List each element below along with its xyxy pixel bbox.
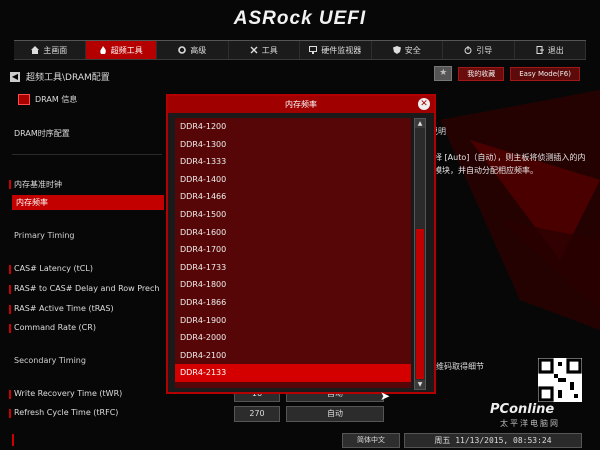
- dialog-title: 内存频率: [168, 96, 434, 113]
- frequency-option[interactable]: DDR4-1700: [175, 241, 411, 259]
- refresh-cycle-item[interactable]: Refresh Cycle Time (tRFC): [8, 408, 118, 418]
- scroll-up-icon[interactable]: ▲: [415, 119, 425, 128]
- bottom-marker: [12, 434, 14, 446]
- language-button[interactable]: 简体中文: [342, 433, 400, 448]
- qr-code-icon: [538, 358, 582, 402]
- dram-info-label: DRAM 信息: [35, 95, 78, 104]
- scrollbar[interactable]: ▲ ▼: [414, 118, 426, 390]
- cas-latency-item[interactable]: CAS# Latency (tCL): [9, 264, 93, 274]
- frequency-option[interactable]: DDR4-1200: [175, 118, 411, 136]
- refresh-cycle-fields: 270 自动: [234, 406, 384, 422]
- watermark-tagline: 太平洋电脑网: [500, 419, 560, 428]
- power-icon: [464, 46, 472, 54]
- star-icon[interactable]: ★: [434, 66, 453, 81]
- monitor-icon: [309, 46, 318, 54]
- breadcrumb-text: 超频工具\DRAM配置: [26, 73, 110, 83]
- tab-label: 硬件监视器: [321, 45, 362, 55]
- shield-icon: [392, 46, 401, 54]
- tools-icon: [250, 46, 258, 54]
- tab-exit[interactable]: 退出: [515, 41, 586, 59]
- frequency-option[interactable]: DDR4-1333: [175, 153, 411, 171]
- secondary-timing-header: Secondary Timing: [14, 356, 86, 365]
- frequency-option[interactable]: DDR4-2000: [175, 329, 411, 347]
- top-buttons: ★ 我的收藏 Easy Mode(F6): [434, 66, 580, 81]
- dram-frequency-dialog: 内存频率 ✕ DDR4-1200 DDR4-1300 DDR4-1333 DDR4-1…: [166, 94, 436, 394]
- tab-label: 退出: [547, 45, 564, 55]
- flame-icon: [99, 46, 107, 54]
- frequency-option[interactable]: DDR4-1466: [175, 188, 411, 206]
- main-nav: 主画面 超频工具 高级 工具 硬件监视器 安全 引导 退出: [14, 40, 586, 60]
- command-rate-item[interactable]: Command Rate (CR): [9, 323, 96, 333]
- tab-label: 引导: [476, 45, 493, 55]
- dram-info-item[interactable]: DRAM 信息: [18, 94, 77, 105]
- brand-logo: ASRock UEFI: [233, 8, 367, 29]
- breadcrumb: ◀ 超频工具\DRAM配置: [10, 70, 110, 83]
- tab-advanced[interactable]: 高级: [157, 41, 229, 59]
- primary-timing-header: Primary Timing: [14, 231, 75, 240]
- scroll-down-icon[interactable]: ▼: [415, 380, 425, 389]
- tab-boot[interactable]: 引导: [443, 41, 515, 59]
- scrollbar-thumb[interactable]: [416, 229, 424, 379]
- divider: [12, 154, 162, 155]
- dram-timing-config-label[interactable]: DRAM时序配置: [14, 128, 70, 139]
- memory-chip-icon: [18, 94, 30, 105]
- write-recovery-item[interactable]: Write Recovery Time (tWR): [8, 389, 122, 399]
- watermark-site: PConline: [490, 402, 555, 417]
- dram-frequency-item[interactable]: 内存频率: [12, 195, 164, 210]
- tab-label: 主画面: [43, 45, 68, 55]
- bottom-bar: 简体中文 周五 11/13/2015, 08:53:24: [0, 430, 600, 450]
- tab-oc-tweaker[interactable]: 超频工具: [85, 41, 157, 59]
- refresh-cycle-mode[interactable]: 自动: [286, 406, 384, 422]
- close-icon[interactable]: ✕: [418, 98, 430, 110]
- frequency-option[interactable]: DDR4-1500: [175, 206, 411, 224]
- tab-label: 超频工具: [110, 45, 143, 55]
- frequency-option[interactable]: DDR4-1600: [175, 224, 411, 242]
- tab-hw-monitor[interactable]: 硬件监视器: [300, 41, 372, 59]
- dram-frequency-label: 内存频率: [16, 198, 48, 207]
- easy-mode-button[interactable]: Easy Mode(F6): [510, 66, 580, 81]
- home-icon: [31, 46, 40, 54]
- mouse-cursor-icon: ➤: [380, 389, 391, 403]
- reference-clock-item[interactable]: 内存基准时钟: [9, 179, 62, 190]
- tab-label: 工具: [261, 45, 278, 55]
- qr-detail-label: 二维码取得细节: [428, 362, 484, 371]
- frequency-option[interactable]: DDR4-2133: [175, 364, 411, 382]
- favorites-button[interactable]: 我的收藏: [458, 66, 505, 81]
- frequency-options-list: DDR4-1200 DDR4-1300 DDR4-1333 DDR4-1400 DDR4…: [175, 118, 411, 388]
- frequency-option[interactable]: DDR4-1866: [175, 294, 411, 312]
- gear-icon: [178, 46, 187, 54]
- tab-security[interactable]: 安全: [372, 41, 443, 59]
- back-arrow-icon[interactable]: ◀: [10, 71, 20, 82]
- tab-label: 高级: [190, 45, 207, 55]
- frequency-option[interactable]: DDR4-1400: [175, 171, 411, 189]
- tab-label: 安全: [404, 45, 421, 55]
- help-text: 选择 [Auto]（自动），则主板将侦测插入的内存模块，并自动分配相应频率。: [426, 153, 586, 175]
- refresh-cycle-value[interactable]: 270: [234, 406, 280, 422]
- tab-tools[interactable]: 工具: [229, 41, 300, 59]
- datetime-display: 周五 11/13/2015, 08:53:24: [404, 433, 582, 448]
- exit-icon: [536, 46, 544, 54]
- ras-to-cas-item[interactable]: RAS# to CAS# Delay and Row Prech: [8, 284, 159, 294]
- frequency-option[interactable]: DDR4-1800: [175, 276, 411, 294]
- frequency-option[interactable]: DDR4-2100: [175, 347, 411, 365]
- frequency-option[interactable]: DDR4-1300: [175, 136, 411, 154]
- ras-active-item[interactable]: RAS# Active Time (tRAS): [9, 304, 114, 314]
- frequency-option[interactable]: DDR4-1900: [175, 312, 411, 330]
- frequency-option[interactable]: DDR4-1733: [175, 259, 411, 277]
- tab-main[interactable]: 主画面: [14, 41, 86, 59]
